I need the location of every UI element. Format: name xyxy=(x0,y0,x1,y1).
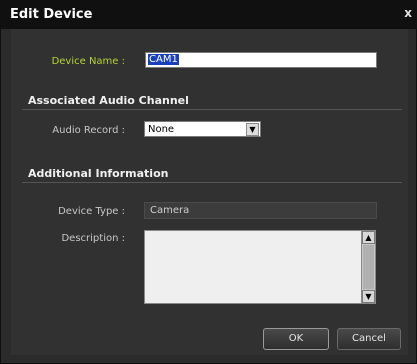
audio-record-value: None xyxy=(148,124,175,135)
device-type-value: Camera xyxy=(150,205,190,216)
edit-device-dialog: Edit Device x Device Name : CAM1 Associa… xyxy=(0,0,417,364)
scrollbar-track[interactable] xyxy=(363,245,374,289)
audio-section-heading: Associated Audio Channel xyxy=(28,94,189,107)
description-scrollbar[interactable]: ▲ ▼ xyxy=(361,231,375,303)
close-icon[interactable]: x xyxy=(404,6,412,20)
audio-record-label: Audio Record : xyxy=(52,125,125,136)
device-name-field[interactable]: CAM1 xyxy=(145,52,377,68)
device-name-label: Device Name : xyxy=(51,56,125,67)
scroll-up-icon[interactable]: ▲ xyxy=(362,231,375,244)
info-section-heading: Additional Information xyxy=(28,167,169,180)
description-textarea[interactable]: ▲ ▼ xyxy=(144,230,376,304)
cancel-button[interactable]: Cancel xyxy=(337,328,401,350)
section-divider xyxy=(22,182,402,183)
section-divider xyxy=(22,109,402,110)
chevron-down-icon[interactable]: ▼ xyxy=(246,123,259,136)
dialog-body xyxy=(11,29,408,355)
description-label: Description : xyxy=(61,233,125,244)
device-type-label: Device Type : xyxy=(58,206,125,217)
title-bar[interactable]: Edit Device x xyxy=(1,1,417,29)
device-name-value: CAM1 xyxy=(148,54,179,65)
scroll-down-icon[interactable]: ▼ xyxy=(362,290,375,303)
device-type-field: Camera xyxy=(144,202,377,219)
ok-button[interactable]: OK xyxy=(263,328,329,350)
dialog-title: Edit Device xyxy=(10,7,93,22)
audio-record-select[interactable]: None ▼ xyxy=(144,121,261,137)
